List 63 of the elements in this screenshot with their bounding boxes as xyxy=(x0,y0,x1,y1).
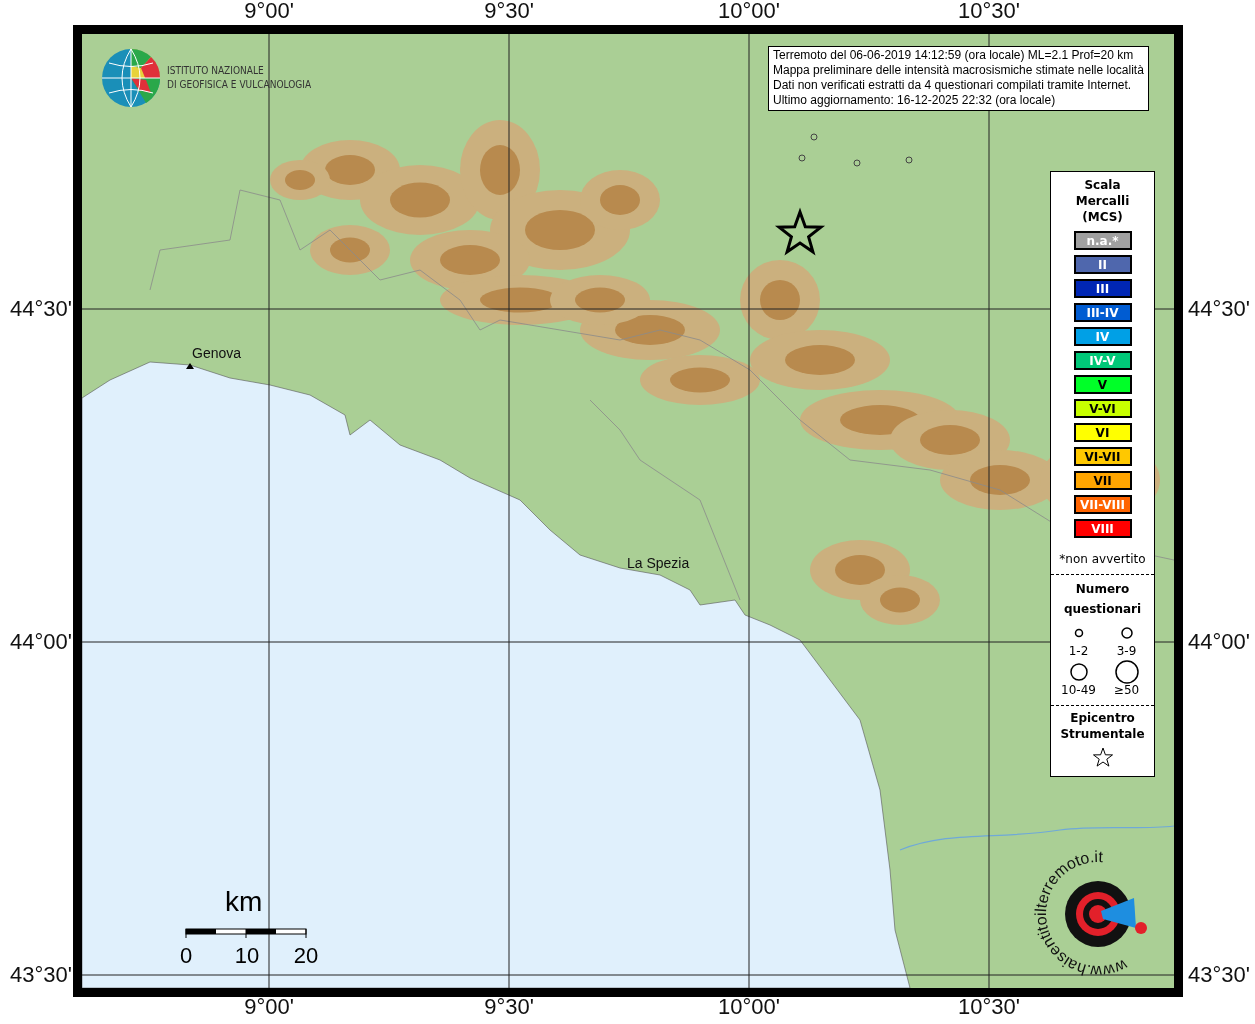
scale-unit: km xyxy=(225,886,263,918)
longitude-label: 9°00' xyxy=(244,996,294,1018)
size-circle-icon xyxy=(1114,660,1139,684)
longitude-label: 10°00' xyxy=(718,996,780,1018)
legend-title: questionari xyxy=(1063,601,1142,618)
intensity-swatch: V xyxy=(1073,375,1132,394)
latitude-label: 44°00' xyxy=(1188,631,1250,653)
legend-title: Strumentale xyxy=(1060,726,1145,742)
institute-name: DI GEOFISICA E VULCANOLOGIA xyxy=(167,78,312,92)
info-text: Terremoto del 06-06-2019 14:12:59 (ora locale) ML=2.1 Prof=20 km xyxy=(773,48,1135,63)
intensity-swatch: VII xyxy=(1073,471,1132,490)
latitude-label: 43°30' xyxy=(1188,964,1250,986)
legend-title: Numero xyxy=(1075,581,1130,598)
questionnaire-marker xyxy=(810,133,818,141)
city-label: La Spezia xyxy=(627,556,690,571)
questionnaire-marker xyxy=(905,156,913,164)
questionnaire-marker xyxy=(798,154,806,162)
size-circle-icon xyxy=(1069,663,1088,681)
epicenter-star-icon xyxy=(774,207,826,256)
scale-label: 0 xyxy=(179,943,193,969)
longitude-label: 10°30' xyxy=(958,996,1020,1018)
legend-title: Scala xyxy=(1084,177,1121,193)
latitude-label: 43°30' xyxy=(10,964,72,986)
intensity-swatch: III-IV xyxy=(1073,303,1132,322)
intensity-swatch: VI xyxy=(1073,423,1132,442)
longitude-label: 10°00' xyxy=(718,0,780,22)
legend-title: Epicentro xyxy=(1070,710,1135,726)
intensity-swatch: IV-V xyxy=(1073,351,1132,370)
longitude-label: 9°30' xyxy=(484,996,534,1018)
intensity-swatch: n.a.* xyxy=(1073,231,1132,250)
scale-label: 10 xyxy=(234,943,260,969)
globe-logo-icon xyxy=(101,48,161,108)
latitude-label: 44°30' xyxy=(10,298,72,320)
size-label: 1-2 xyxy=(1068,645,1089,658)
longitude-label: 9°30' xyxy=(484,0,534,22)
size-circle-icon xyxy=(1120,627,1133,639)
intensity-swatch: V-VI xyxy=(1073,399,1132,418)
scale-label: 20 xyxy=(293,943,319,969)
info-text: Ultimo aggiornamento: 16-12-2025 22:32 (ora locale) xyxy=(773,93,1057,108)
longitude-label: 10°30' xyxy=(958,0,1020,22)
intensity-swatch: VIII xyxy=(1073,519,1132,538)
intensity-swatch: IV xyxy=(1073,327,1132,346)
city-marker-icon xyxy=(186,363,194,369)
latitude-label: 44°00' xyxy=(10,631,72,653)
size-label: ≥50 xyxy=(1113,684,1140,697)
city-label: Genova xyxy=(192,346,242,361)
legend-title: (MCS) xyxy=(1082,209,1123,225)
size-label: 3-9 xyxy=(1116,645,1137,658)
questionnaire-marker xyxy=(853,159,861,167)
intensity-swatch: III xyxy=(1073,279,1132,298)
footnote: *non avvertito xyxy=(1059,552,1146,566)
latitude-label: 44°30' xyxy=(1188,298,1250,320)
longitude-label: 9°00' xyxy=(244,0,294,22)
intensity-swatch: II xyxy=(1073,255,1132,274)
star-icon xyxy=(1092,747,1113,767)
size-circle-icon xyxy=(1074,628,1083,638)
size-label: 10-49 xyxy=(1061,684,1096,697)
institute-name: ISTITUTO NAZIONALE xyxy=(167,64,265,78)
legend-title: Mercalli xyxy=(1075,193,1130,209)
intensity-swatch: VI-VII xyxy=(1073,447,1132,466)
intensity-swatch: VII-VIII xyxy=(1073,495,1132,514)
info-text: Mappa preliminare delle intensità macrosismiche stimate nelle località xyxy=(773,63,1144,78)
info-text: Dati non verificati estratti da 4 questionari compilati tramite Internet. xyxy=(773,78,1133,93)
